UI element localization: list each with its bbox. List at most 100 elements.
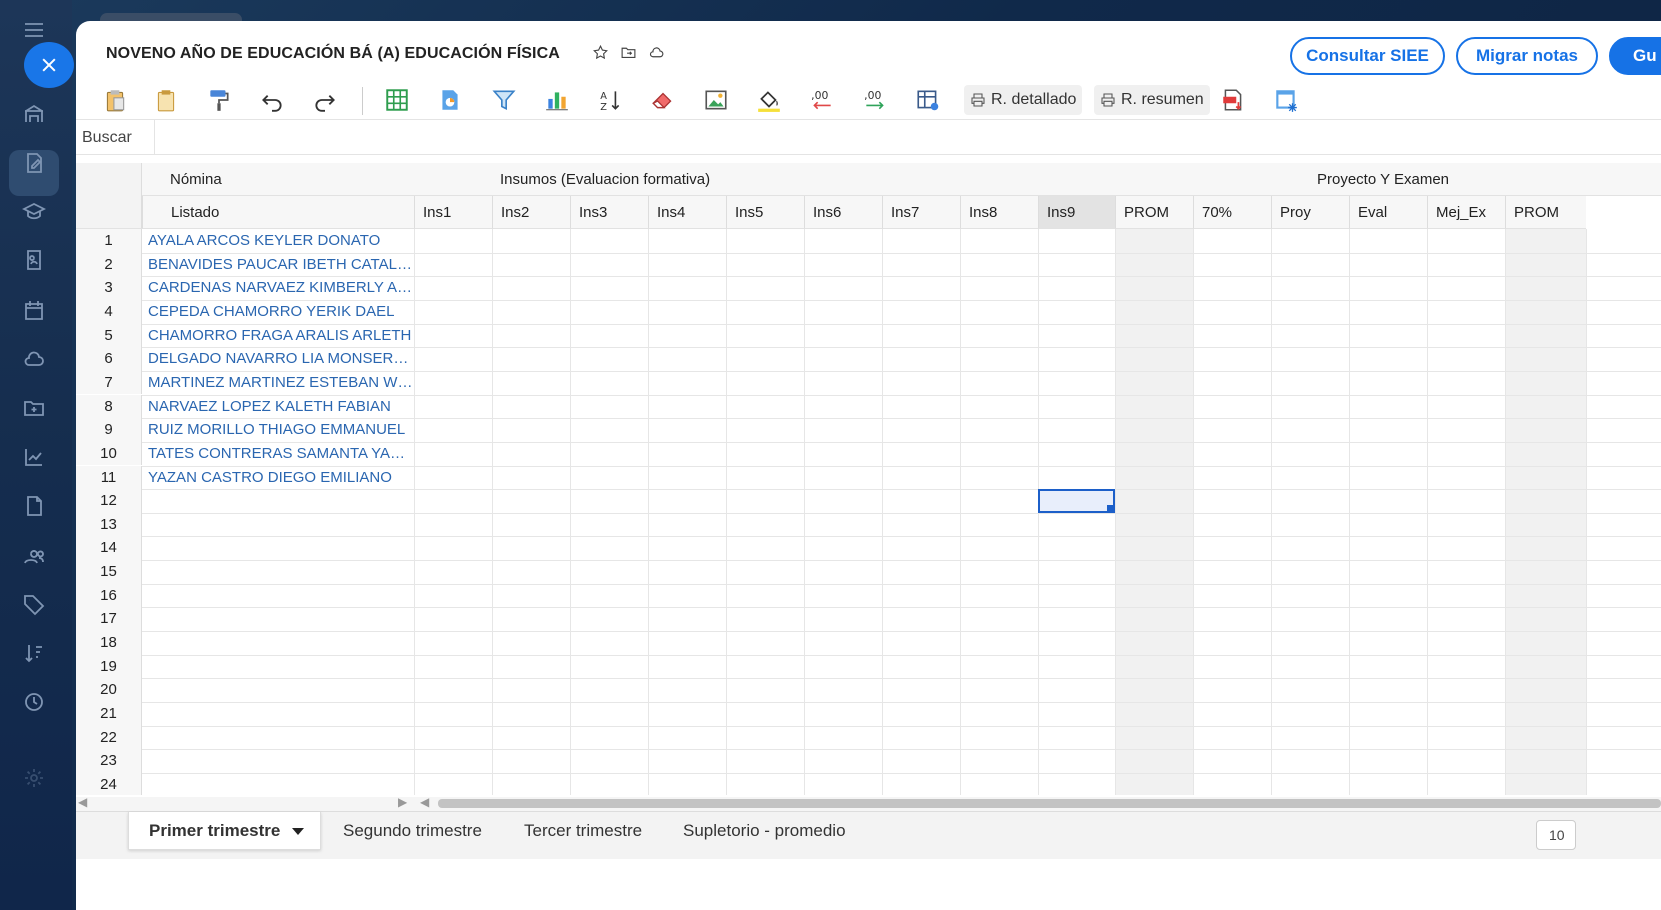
search-input[interactable] [154, 120, 1661, 154]
star-icon[interactable] [591, 43, 609, 61]
pdf-download-icon[interactable] [1216, 83, 1250, 117]
save-button[interactable]: Gu [1609, 37, 1661, 75]
cloud-check-icon[interactable] [647, 43, 665, 61]
table-icon[interactable] [380, 83, 414, 117]
spreadsheet-grid[interactable]: Nómina Insumos (Evaluacion formativa) Pr… [76, 163, 1661, 795]
image-icon[interactable] [699, 83, 733, 117]
student-name-cell[interactable]: CEPEDA CHAMORRO YERIK DAEL [148, 303, 414, 320]
tab-supletorio-promedio[interactable]: Supletorio - promedio [683, 812, 846, 850]
row-number[interactable]: 1 [76, 229, 142, 253]
column-header[interactable]: Mej_Ex [1427, 196, 1505, 229]
row-number[interactable]: 19 [76, 654, 142, 679]
users-icon[interactable] [18, 539, 50, 571]
close-button[interactable] [24, 42, 74, 88]
school-icon[interactable] [18, 98, 50, 130]
column-header[interactable]: Ins8 [960, 196, 1038, 229]
row-number[interactable]: 7 [76, 370, 142, 395]
column-header[interactable]: 70% [1193, 196, 1271, 229]
sort-az-icon[interactable]: AZ [593, 83, 627, 117]
student-name-cell[interactable]: CARDENAS NARVAEZ KIMBERLY ADA... [148, 279, 414, 296]
column-header[interactable]: Proy [1271, 196, 1349, 229]
cloud-icon[interactable] [18, 343, 50, 375]
tab-segundo-trimestre[interactable]: Segundo trimestre [343, 812, 482, 850]
column-header[interactable]: PROM [1505, 196, 1586, 229]
filter-icon[interactable] [487, 83, 521, 117]
report-chart-icon[interactable] [433, 83, 467, 117]
tab-primer-trimestre[interactable]: Primer trimestre [128, 812, 322, 850]
student-name-cell[interactable]: NARVAEZ LOPEZ KALETH FABIAN [148, 398, 414, 415]
column-header[interactable]: Ins3 [570, 196, 648, 229]
row-number[interactable]: 12 [76, 489, 142, 513]
row-number[interactable]: 4 [76, 299, 142, 324]
grid-corner[interactable] [76, 163, 142, 229]
bar-chart-icon[interactable] [540, 83, 574, 117]
tab-tercer-trimestre[interactable]: Tercer trimestre [524, 812, 642, 850]
column-header[interactable]: Ins9 [1038, 196, 1115, 229]
eraser-icon[interactable] [646, 83, 680, 117]
column-header[interactable]: Ins5 [726, 196, 804, 229]
tag-icon[interactable] [18, 588, 50, 620]
row-number[interactable]: 13 [76, 512, 142, 537]
column-header[interactable]: Ins4 [648, 196, 726, 229]
increase-decimals-icon[interactable]: ,00 [858, 83, 892, 117]
row-number[interactable]: 22 [76, 725, 142, 750]
column-header[interactable]: Eval [1349, 196, 1427, 229]
grades-edit-icon[interactable] [18, 147, 50, 179]
row-number[interactable]: 24 [76, 772, 142, 795]
table-clear-icon[interactable] [1269, 83, 1303, 117]
r-detallado-button[interactable]: R. detallado [964, 85, 1083, 115]
redo-icon[interactable] [308, 83, 342, 117]
row-number[interactable]: 10 [76, 441, 142, 466]
migrar-notas-button[interactable]: Migrar notas [1456, 37, 1598, 75]
student-name-cell[interactable]: CHAMORRO FRAGA ARALIS ARLETH [148, 327, 414, 344]
folder-move-icon[interactable] [619, 43, 637, 61]
row-number[interactable]: 15 [76, 560, 142, 584]
row-number[interactable]: 3 [76, 276, 142, 300]
format-painter-icon[interactable] [202, 83, 236, 117]
student-name-cell[interactable]: TATES CONTRERAS SAMANTA YAMILETH [148, 445, 414, 462]
clipboard-icon[interactable] [149, 83, 183, 117]
student-name-cell[interactable]: YAZAN CASTRO DIEGO EMILIANO [148, 469, 414, 486]
chart-line-icon[interactable] [18, 441, 50, 473]
column-header[interactable]: Ins7 [882, 196, 960, 229]
column-header[interactable]: Ins6 [804, 196, 882, 229]
zoom-select[interactable]: 10 [1536, 820, 1576, 850]
student-name-cell[interactable]: RUIZ MORILLO THIAGO EMMANUEL [148, 421, 414, 438]
main-scroll-left-arrow[interactable]: ◀ [420, 795, 429, 809]
student-name-cell[interactable]: BENAVIDES PAUCAR IBETH CATALEYA [148, 256, 414, 273]
student-name-cell[interactable]: MARTINEZ MARTINEZ ESTEBAN WLADI... [148, 374, 414, 391]
frozen-hscroll[interactable] [76, 797, 416, 811]
row-number[interactable]: 20 [76, 678, 142, 702]
document-icon[interactable] [18, 490, 50, 522]
consultar-siee-button[interactable]: Consultar SIEE [1290, 37, 1445, 75]
row-number[interactable]: 14 [76, 536, 142, 561]
row-number[interactable]: 16 [76, 583, 142, 608]
column-header[interactable]: Listado [142, 196, 414, 229]
graduation-cap-icon[interactable] [18, 196, 50, 228]
row-number[interactable]: 21 [76, 702, 142, 726]
student-name-cell[interactable]: AYALA ARCOS KEYLER DONATO [148, 232, 414, 249]
column-header[interactable]: Ins2 [492, 196, 570, 229]
paste-icon[interactable] [98, 83, 132, 117]
fill-handle[interactable] [1107, 504, 1115, 513]
main-hscroll-thumb[interactable] [438, 799, 1661, 808]
fill-color-icon[interactable] [752, 83, 786, 117]
sort-icon[interactable] [18, 637, 50, 669]
r-resumen-button[interactable]: R. resumen [1094, 85, 1210, 115]
calendar-icon[interactable] [18, 294, 50, 326]
row-number[interactable]: 9 [76, 418, 142, 442]
undo-icon[interactable] [255, 83, 289, 117]
scroll-left-arrow[interactable]: ◀ [78, 795, 87, 809]
clock-icon[interactable] [18, 686, 50, 718]
row-number[interactable]: 17 [76, 607, 142, 631]
row-number[interactable]: 18 [76, 631, 142, 655]
folder-add-icon[interactable] [18, 392, 50, 424]
table-settings-icon[interactable] [911, 83, 945, 117]
column-header[interactable]: Ins1 [414, 196, 492, 229]
decrease-decimals-icon[interactable]: ,00 [805, 83, 839, 117]
row-number[interactable]: 5 [76, 323, 142, 348]
row-number[interactable]: 6 [76, 347, 142, 371]
column-header[interactable]: PROM [1115, 196, 1193, 229]
settings-icon[interactable] [18, 762, 50, 794]
student-name-cell[interactable]: DELGADO NAVARRO LIA MONSERRATH [148, 350, 414, 367]
